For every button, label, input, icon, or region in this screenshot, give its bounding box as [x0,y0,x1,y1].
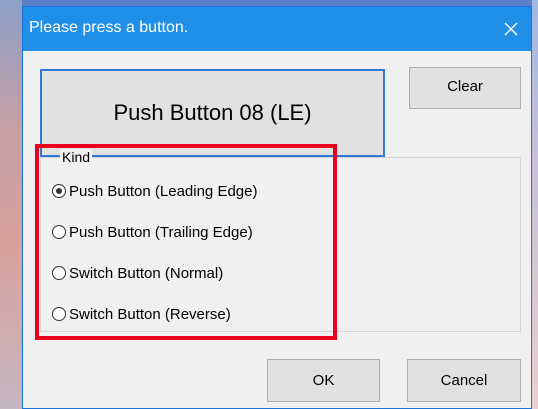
dialog-title: Please press a button. [29,19,189,36]
desktop-background-left [0,0,22,409]
title-bar: Please press a button. [23,7,531,51]
highlight-annotation-frame [35,144,337,340]
ok-button[interactable]: OK [267,359,380,402]
cancel-button[interactable]: Cancel [407,359,521,402]
close-button[interactable] [491,7,531,51]
close-icon [504,22,518,36]
button-dialog: Please press a button. Push Button 08 (L… [22,6,532,409]
desktop-background-right [532,0,538,409]
clear-button[interactable]: Clear [409,67,521,109]
